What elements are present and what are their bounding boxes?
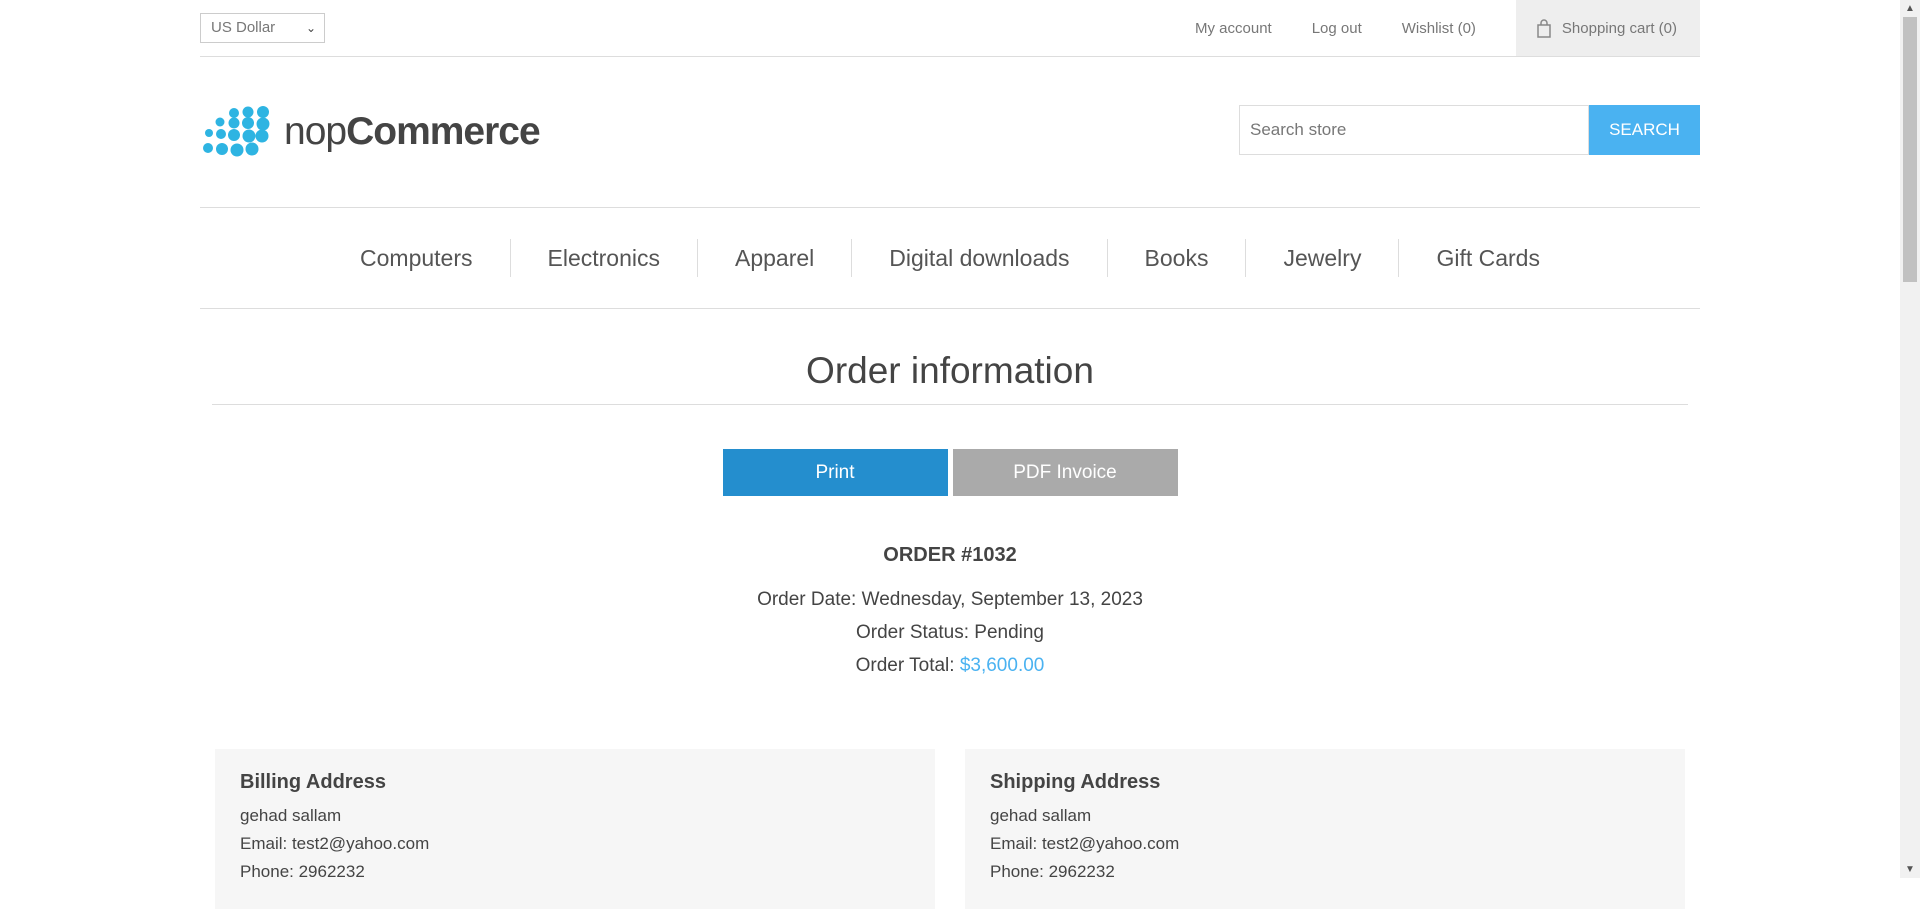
order-actions: Print PDF Invoice [200, 449, 1700, 496]
shopping-cart-link[interactable]: Shopping cart (0) [1515, 0, 1700, 56]
logo-dots-icon [203, 106, 270, 157]
header-links-bar: US Dollar ⌄ My account Log out Wishlist … [200, 0, 1700, 57]
shipping-name: gehad sallam [990, 806, 1092, 825]
billing-name: gehad sallam [240, 806, 342, 825]
search-input[interactable]: Search store [1239, 105, 1589, 155]
shipping-address-title: Shipping Address [990, 771, 1161, 793]
order-addresses: Billing Address gehad sallam Email: test… [200, 749, 1700, 909]
chevron-down-icon: ⌄ [305, 21, 316, 35]
search-box: Search store SEARCH [1239, 105, 1700, 155]
shopping-cart-label: Shopping cart (0) [1561, 19, 1677, 37]
logout-link[interactable]: Log out [1312, 20, 1362, 37]
order-date: Order Date: Wednesday, September 13, 202… [757, 589, 1143, 610]
pdf-invoice-button[interactable]: PDF Invoice [952, 449, 1178, 496]
shipping-email: Email: test2@yahoo.com [990, 834, 1180, 853]
top-menu: Computers Electronics Apparel Digital do… [200, 208, 1700, 309]
billing-email: Email: test2@yahoo.com [240, 834, 430, 853]
logo-text-light: nop [284, 110, 347, 153]
order-status: Order Status: Pending [856, 622, 1044, 643]
page: US Dollar ⌄ My account Log out Wishlist … [200, 0, 1700, 909]
billing-phone: Phone: 2962232 [240, 862, 365, 881]
logo-text: nopCommerce [284, 110, 541, 154]
wishlist-link[interactable]: Wishlist (0) [1402, 20, 1476, 37]
order-total-value: $3,600.00 [959, 655, 1045, 676]
search-button[interactable]: SEARCH [1589, 105, 1700, 155]
order-total: Order Total: $3,600.00 [200, 649, 1700, 682]
my-account-link[interactable]: My account [1195, 20, 1272, 37]
header-main: nopCommerce Search store SEARCH [200, 57, 1700, 208]
scrollbar-thumb[interactable] [1903, 17, 1917, 282]
vertical-scrollbar[interactable]: ▲ ▼ [1900, 0, 1920, 878]
shopping-bag-icon [1537, 18, 1551, 38]
nav-item-jewelry[interactable]: Jewelry [1245, 239, 1398, 277]
header-links: My account Log out Wishlist (0) Shopping… [1195, 0, 1700, 56]
logo-text-bold: Commerce [346, 110, 541, 153]
scroll-up-arrow-icon[interactable]: ▲ [1900, 0, 1920, 17]
shipping-address: Shipping Address gehad sallam Email: tes… [965, 749, 1685, 909]
billing-address-title: Billing Address [240, 771, 386, 793]
order-total-label: Order Total: [855, 655, 960, 676]
nav-item-gift-cards[interactable]: Gift Cards [1398, 239, 1577, 277]
order-number: ORDER #1032 [883, 544, 1017, 566]
scroll-down-arrow-icon[interactable]: ▼ [1900, 861, 1920, 878]
logo[interactable]: nopCommerce [200, 105, 541, 159]
currency-value: US Dollar [211, 19, 276, 36]
page-title: Order information [212, 352, 1688, 405]
shipping-phone: Phone: 2962232 [990, 862, 1115, 881]
currency-select[interactable]: US Dollar ⌄ [200, 13, 325, 43]
order-overview: Order Date: Wednesday, September 13, 202… [200, 583, 1700, 682]
billing-address: Billing Address gehad sallam Email: test… [215, 749, 935, 909]
print-button[interactable]: Print [722, 449, 948, 496]
nav-item-electronics[interactable]: Electronics [509, 239, 697, 277]
nav-item-apparel[interactable]: Apparel [696, 239, 851, 277]
nav-item-computers[interactable]: Computers [323, 239, 509, 277]
nav-item-books[interactable]: Books [1106, 239, 1246, 277]
nav-item-digital-downloads[interactable]: Digital downloads [851, 239, 1106, 277]
